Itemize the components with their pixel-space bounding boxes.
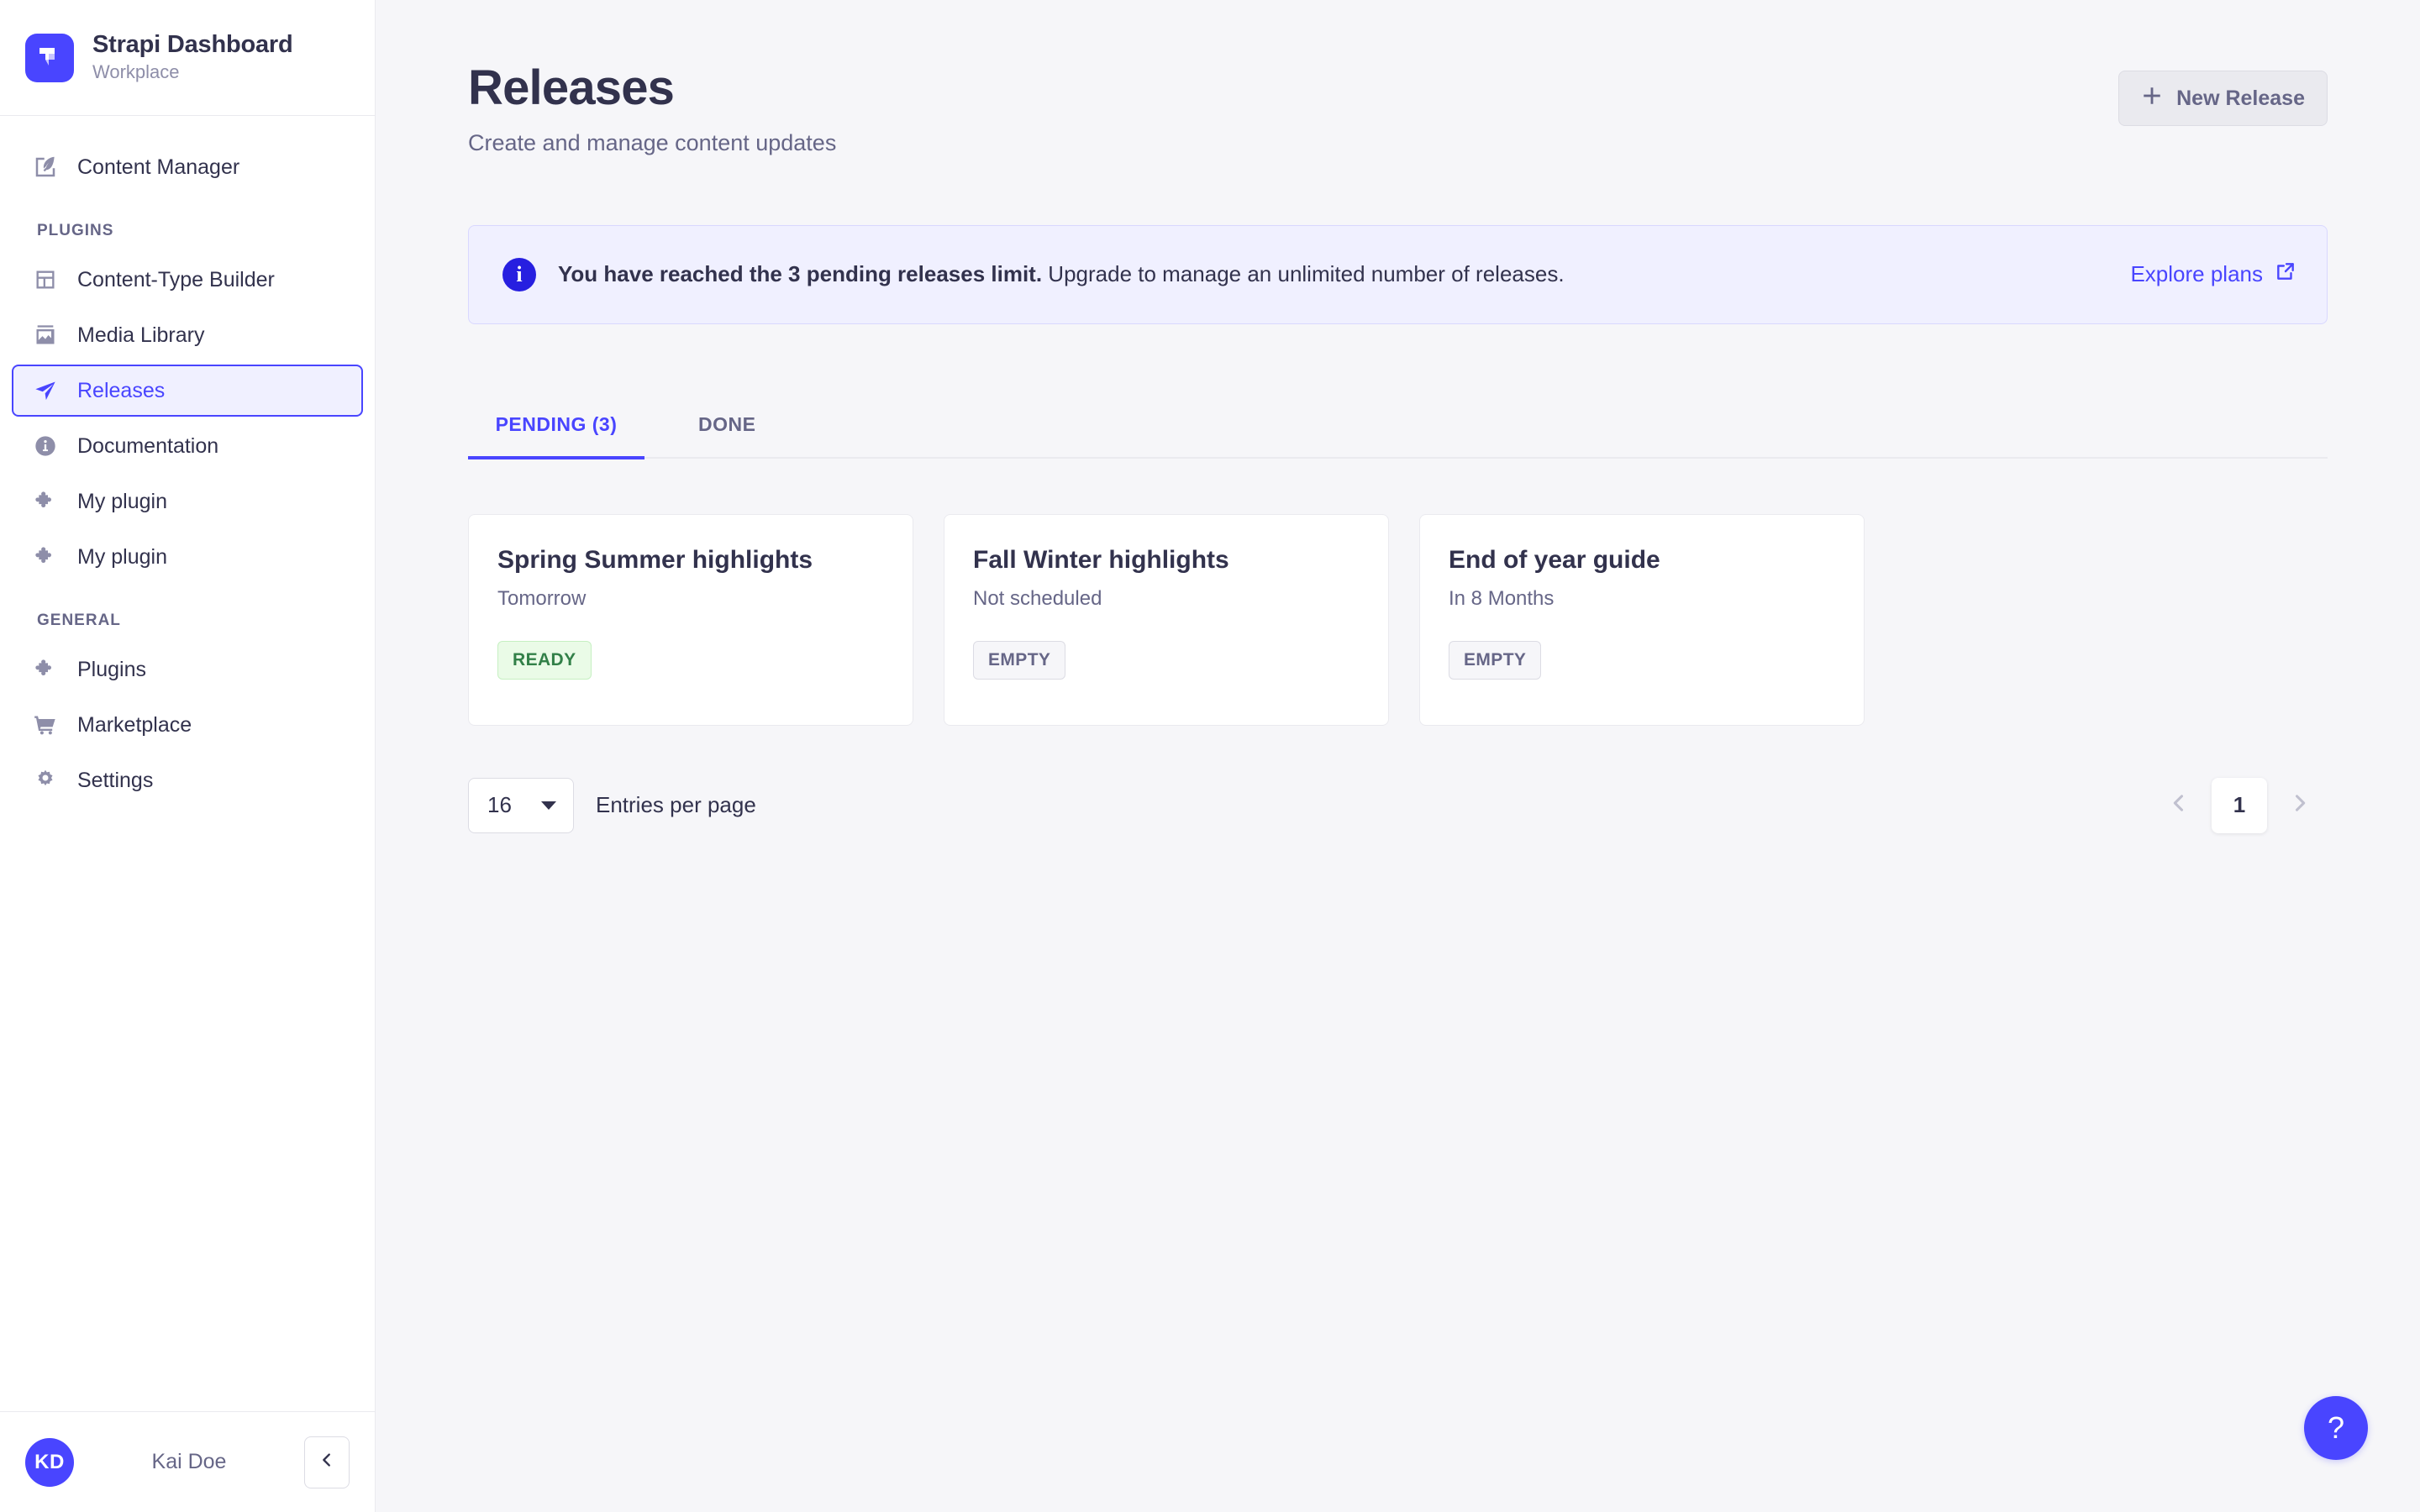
sidebar-item-label: Content-Type Builder	[77, 267, 275, 291]
status-badge: EMPTY	[973, 640, 1066, 680]
explore-plans-label: Explore plans	[2130, 261, 2263, 287]
strapi-logo-icon	[25, 33, 74, 82]
page-title: Releases	[468, 60, 675, 115]
releases-tabs: PENDING (3) DONE	[468, 383, 2328, 459]
previous-page-button[interactable]	[2151, 778, 2207, 833]
sidebar-item-content-manager[interactable]: Content Manager	[12, 141, 363, 193]
page-subtitle: Create and manage content updates	[468, 129, 837, 155]
gear-icon	[32, 767, 59, 794]
tab-pending[interactable]: PENDING (3)	[468, 413, 644, 459]
sidebar-section-general-label: GENERAL	[37, 612, 121, 629]
sidebar-item-media-library[interactable]: Media Library	[12, 309, 363, 361]
sidebar-item-label: Content Manager	[77, 155, 240, 179]
brand-header[interactable]: Strapi Dashboard Workplace	[0, 0, 375, 116]
release-cards-list: Spring Summer highlights Tomorrow READY …	[468, 513, 2328, 726]
release-card-date: Tomorrow	[497, 586, 587, 610]
sidebar-item-label: Releases	[77, 378, 166, 402]
user-name: Kai Doe	[151, 1450, 227, 1473]
brand-subtitle: Workplace	[92, 61, 180, 83]
brand-title: Strapi Dashboard	[92, 31, 293, 59]
sidebar-item-label: Marketplace	[77, 712, 192, 737]
sidebar-item-label: My plugin	[77, 489, 167, 513]
pending-limit-banner: i You have reached the 3 pending release…	[468, 224, 2328, 324]
sidebar-item-content-type-builder[interactable]: Content-Type Builder	[12, 254, 363, 306]
entries-per-page-label: Entries per page	[596, 792, 756, 818]
avatar[interactable]: KD	[25, 1437, 74, 1487]
sidebar-item-label: My plugin	[77, 544, 167, 569]
release-card-title: Spring Summer highlights	[497, 545, 813, 574]
page-header: Releases Create and manage content updat…	[468, 0, 2328, 156]
chevron-left-icon	[2167, 791, 2191, 819]
release-card-date: In 8 Months	[1449, 586, 1555, 610]
feather-pen-icon	[32, 154, 59, 181]
release-card-title: Fall Winter highlights	[973, 545, 1229, 574]
banner-bold-text: You have reached the 3 pending releases …	[558, 261, 1043, 287]
layout-builder-icon	[32, 266, 59, 293]
chevron-right-icon	[2288, 791, 2312, 819]
status-badge: EMPTY	[1449, 640, 1542, 680]
banner-text: You have reached the 3 pending releases …	[558, 261, 2108, 287]
release-card-title: End of year guide	[1449, 545, 1660, 574]
next-page-button[interactable]	[2272, 778, 2328, 833]
banner-rest-text: Upgrade to manage an unlimited number of…	[1048, 261, 1565, 287]
plus-icon	[2141, 85, 2163, 113]
sidebar-item-my-plugin-2[interactable]: My plugin	[12, 531, 363, 583]
page-number-1[interactable]: 1	[2212, 777, 2267, 833]
release-card[interactable]: Spring Summer highlights Tomorrow READY	[468, 513, 913, 726]
main-content: Releases Create and manage content updat…	[376, 0, 2420, 1512]
entries-per-page-value: 16	[487, 792, 512, 818]
image-icon	[32, 322, 59, 349]
sidebar: Strapi Dashboard Workplace Content Manag…	[0, 0, 376, 1512]
sidebar-footer: KD Kai Doe	[0, 1411, 375, 1512]
release-card[interactable]: Fall Winter highlights Not scheduled EMP…	[944, 513, 1389, 726]
chevron-down-icon	[541, 801, 556, 810]
page-navigation: 1	[2151, 777, 2328, 833]
new-release-button-label: New Release	[2176, 86, 2305, 110]
entries-per-page-select[interactable]: 16	[468, 777, 574, 833]
chevron-left-icon	[318, 1451, 336, 1473]
puzzle-piece-icon	[32, 543, 59, 570]
sidebar-item-marketplace[interactable]: Marketplace	[12, 699, 363, 751]
info-circle-icon	[32, 433, 59, 459]
shopping-cart-icon	[32, 711, 59, 738]
sidebar-item-settings[interactable]: Settings	[12, 754, 363, 806]
release-card[interactable]: End of year guide In 8 Months EMPTY	[1419, 513, 1865, 726]
puzzle-piece-icon	[32, 488, 59, 515]
tab-done[interactable]: DONE	[698, 413, 755, 459]
new-release-button[interactable]: New Release	[2118, 71, 2328, 126]
sidebar-item-releases[interactable]: Releases	[12, 365, 363, 417]
sidebar-item-my-plugin-1[interactable]: My plugin	[12, 475, 363, 528]
sidebar-item-documentation[interactable]: Documentation	[12, 420, 363, 472]
pagination-row: 16 Entries per page 1	[468, 777, 2328, 833]
sidebar-section-plugins-label: PLUGINS	[37, 222, 114, 239]
sidebar-item-label: Settings	[77, 768, 154, 792]
paper-plane-icon	[32, 377, 59, 404]
app-root: Strapi Dashboard Workplace Content Manag…	[0, 0, 2420, 1512]
info-icon: i	[502, 257, 536, 291]
status-badge: READY	[497, 640, 592, 680]
sidebar-item-label: Plugins	[77, 657, 146, 681]
external-link-icon	[2275, 260, 2296, 288]
release-card-date: Not scheduled	[973, 586, 1102, 610]
explore-plans-link[interactable]: Explore plans	[2130, 260, 2296, 288]
sidebar-item-label: Media Library	[77, 323, 205, 347]
sidebar-nav: Content Manager PLUGINS Content-Type Bui…	[0, 116, 375, 1411]
puzzle-piece-icon	[32, 656, 59, 683]
sidebar-item-label: Documentation	[77, 433, 219, 458]
sidebar-item-plugins[interactable]: Plugins	[12, 643, 363, 696]
sidebar-collapse-button[interactable]	[304, 1436, 350, 1488]
entries-per-page-group: 16 Entries per page	[468, 777, 756, 833]
help-button[interactable]: ?	[2304, 1396, 2368, 1460]
